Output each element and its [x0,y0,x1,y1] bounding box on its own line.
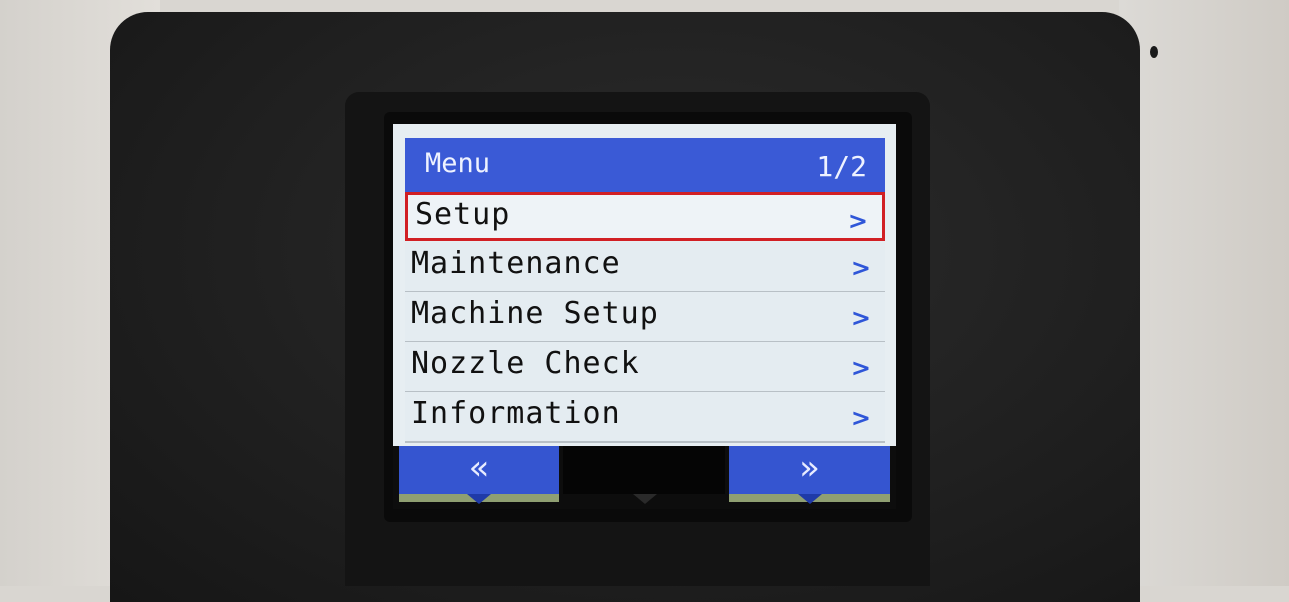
next-page-button[interactable]: » [729,446,890,494]
menu-item-nozzle-check[interactable]: Nozzle Check > [405,342,885,393]
softkey-notch-icon [633,494,657,504]
menu-item-maintenance[interactable]: Maintenance > [405,242,885,293]
softkey-notch-icon [798,494,822,504]
chevron-right-icon: > [850,254,871,282]
menu-item-label: Maintenance [411,246,621,281]
double-chevron-left-icon: « [468,448,490,488]
middle-softkey[interactable] [563,446,725,494]
page-indicator: 1/2 [816,150,867,183]
indicator-dot [1150,46,1158,58]
menu-title: Menu [425,148,491,179]
menu-item-setup[interactable]: Setup > [405,192,885,241]
menu-item-label: Setup [415,197,511,232]
softkey-notch-icon [467,494,491,504]
chevron-right-icon: > [850,404,871,432]
chevron-right-icon: > [850,354,871,382]
menu-item-label: Machine Setup [411,296,659,331]
softkey-bar: « » [393,446,896,509]
menu-item-label: Information [411,396,621,431]
menu-header: Menu 1/2 [405,138,885,192]
menu-item-label: Nozzle Check [411,346,640,381]
menu-item-machine-setup[interactable]: Machine Setup > [405,292,885,343]
double-chevron-right-icon: » [799,448,820,488]
lcd-display: Menu 1/2 Setup > Maintenance > Machine S… [393,124,896,509]
menu-item-information[interactable]: Information > [405,392,885,443]
chevron-right-icon: > [850,304,871,332]
device-casing-right [1119,0,1289,586]
prev-page-button[interactable]: « [399,446,559,494]
chevron-right-icon: > [847,207,868,235]
